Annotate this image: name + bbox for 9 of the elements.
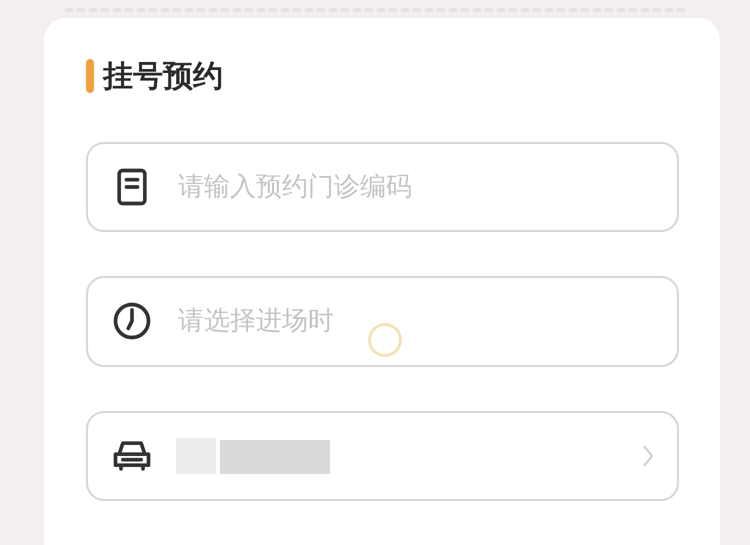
text-field[interactable]: 请输入预约门诊编码 <box>86 142 679 232</box>
input-field[interactable]: 请选择进场时 <box>176 305 655 338</box>
accent-bar <box>86 59 94 94</box>
input-field[interactable]: 请输入预约门诊编码 <box>176 171 655 204</box>
text-field[interactable]: 请选择进场时 <box>86 276 679 367</box>
loading-spinner <box>368 323 402 358</box>
section-title: 挂号预约 <box>103 58 223 96</box>
select-field[interactable] <box>86 410 679 501</box>
chevron-right-icon <box>641 442 655 469</box>
